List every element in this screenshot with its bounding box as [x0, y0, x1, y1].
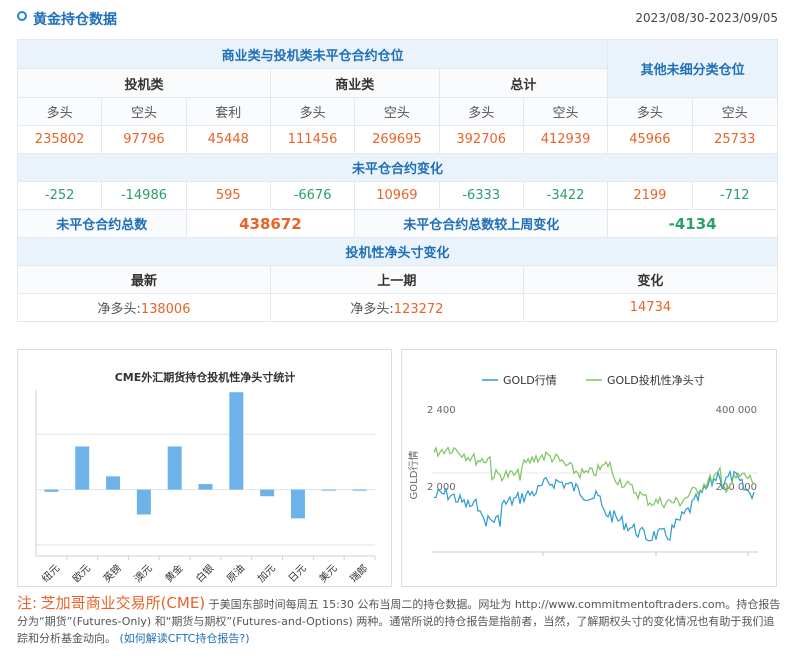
position-cell: 45966 — [607, 125, 693, 154]
cme-net-position-chart: CME外汇期货持仓投机性净头寸统计纽元 欧元 英镑 澳元 黄金 白银 原油 加元 日元 美元 瑞郎 — [17, 349, 392, 587]
position-cell: 111456 — [269, 125, 356, 154]
column-header: 空头 — [522, 97, 609, 126]
category-label: 欧元 — [70, 562, 93, 585]
column-header: 空头 — [101, 97, 187, 126]
net-col-change: 变化 — [522, 265, 779, 294]
page-header: 黄金持仓数据 2023/08/30-2023/09/05 — [0, 0, 800, 34]
date-range: 2023/08/30-2023/09/05 — [635, 11, 778, 25]
chart-title: CME外汇期货持仓投机性净头寸统计 — [115, 370, 296, 384]
position-cell: 269695 — [354, 125, 440, 154]
bar-欧元 — [75, 446, 90, 490]
oi-week-change-label: 未平仓合约总数较上周变化 — [354, 209, 609, 238]
note-prefix: 注: — [17, 594, 38, 612]
net-latest-value: 138006 — [140, 302, 191, 317]
net-col-previous: 上一期 — [269, 265, 524, 294]
oi-total-label: 未平仓合约总数 — [17, 209, 187, 238]
net-position-header: 投机性净头寸变化 — [17, 237, 778, 266]
position-cell: 97796 — [101, 125, 187, 154]
net-latest: 净多头:138006 — [17, 293, 271, 322]
category-label: 纽元 — [39, 562, 62, 585]
note-exchange: 芝加哥商业交易所(CME) — [40, 594, 206, 612]
group-commercial: 商业类 — [269, 68, 440, 98]
series-line-gold-price — [433, 469, 755, 542]
section-main-header: 商业类与投机类未平仓合约仓位 — [16, 39, 609, 69]
position-cell: 392706 — [438, 125, 524, 154]
bar-美元 — [321, 489, 336, 491]
net-prefix: 净多头: — [350, 302, 394, 317]
bar-加元 — [260, 489, 275, 497]
bar-原油 — [229, 392, 244, 490]
position-cell: 45448 — [185, 125, 271, 154]
column-header: 多头 — [607, 97, 693, 126]
position-cell: 412939 — [522, 125, 609, 154]
oi-total-value: 438672 — [185, 209, 356, 238]
bar-英镑 — [106, 476, 121, 490]
category-label: 原油 — [224, 562, 247, 585]
net-change-value: 14734 — [629, 300, 672, 315]
column-header: 空头 — [354, 97, 440, 126]
net-change: 14734 — [522, 293, 779, 322]
change-cell: -712 — [691, 181, 779, 210]
gold-price-vs-position-chart: GOLD行情 GOLD投机性净头寸 2 400 2 000 400 000 200 000… — [401, 349, 777, 587]
net-previous-value: 123272 — [393, 302, 444, 317]
left-tick: 2 400 — [427, 405, 456, 416]
bar-澳元 — [136, 489, 151, 515]
position-cell: 235802 — [16, 125, 103, 154]
legend-label: GOLD行情 — [503, 374, 557, 387]
y-axis-label: GOLD行情 — [407, 451, 420, 500]
bar-白银 — [198, 484, 213, 490]
net-previous: 净多头:123272 — [269, 293, 524, 322]
position-cell: 25733 — [691, 125, 779, 154]
bar-日元 — [290, 489, 305, 519]
group-speculative: 投机类 — [17, 68, 271, 98]
change-cell: 2199 — [607, 181, 693, 210]
cftc-guide-link[interactable]: (如何解读CFTC持仓报告?) — [120, 632, 250, 645]
category-label: 英镑 — [100, 562, 123, 585]
column-header: 多头 — [438, 97, 524, 126]
net-col-latest: 最新 — [17, 265, 271, 294]
category-label: 澳元 — [131, 562, 154, 585]
bar-黄金 — [167, 446, 182, 490]
category-label: 日元 — [287, 563, 309, 585]
change-cell: -14986 — [101, 181, 187, 210]
right-tick: 400 000 — [716, 405, 757, 416]
category-label: 黄金 — [162, 562, 185, 585]
column-header: 套利 — [185, 97, 271, 126]
circle-bullet-icon — [17, 11, 27, 21]
column-header: 多头 — [16, 97, 103, 126]
bar-chart-svg: CME外汇期货持仓投机性净头寸统计纽元 欧元 英镑 澳元 黄金 白银 原油 加元 日元 美元 瑞郎 — [35, 370, 376, 585]
change-cell: -3422 — [522, 181, 609, 210]
legend-label: GOLD投机性净头寸 — [607, 373, 705, 387]
group-total: 总计 — [438, 68, 609, 98]
change-cell: -6676 — [269, 181, 356, 210]
left-tick: 2 000 — [427, 482, 456, 493]
net-prefix: 净多头: — [97, 302, 141, 317]
line-chart-svg: GOLD行情 GOLD投机性净头寸2 4002 000400 000200 000… — [407, 373, 758, 556]
changes-header: 未平仓合约变化 — [17, 153, 778, 182]
bar-瑞郎 — [352, 489, 367, 491]
column-header: 多头 — [269, 97, 356, 126]
section-other-header: 其他未细分类仓位 — [607, 39, 778, 98]
category-label: 美元 — [316, 562, 339, 585]
category-label: 白银 — [193, 562, 216, 585]
positions-table: 商业类与投机类未平仓合约仓位 其他未细分类仓位 投机类 商业类 总计 多头 空头… — [16, 39, 779, 322]
change-cell: -6333 — [438, 181, 524, 210]
column-header: 空头 — [691, 97, 779, 126]
oi-week-change-value: -4134 — [607, 209, 778, 238]
bar-纽元 — [44, 489, 59, 492]
footnote: 注: 芝加哥商业交易所(CME) 于美国东部时间每周五 15:30 公布当周二的… — [17, 595, 782, 647]
page-title: 黄金持仓数据 — [33, 12, 117, 28]
change-cell: 595 — [185, 181, 271, 210]
change-cell: 10969 — [354, 181, 440, 210]
category-label: 加元 — [255, 562, 278, 585]
change-cell: -252 — [16, 181, 103, 210]
category-label: 瑞郎 — [347, 562, 370, 585]
